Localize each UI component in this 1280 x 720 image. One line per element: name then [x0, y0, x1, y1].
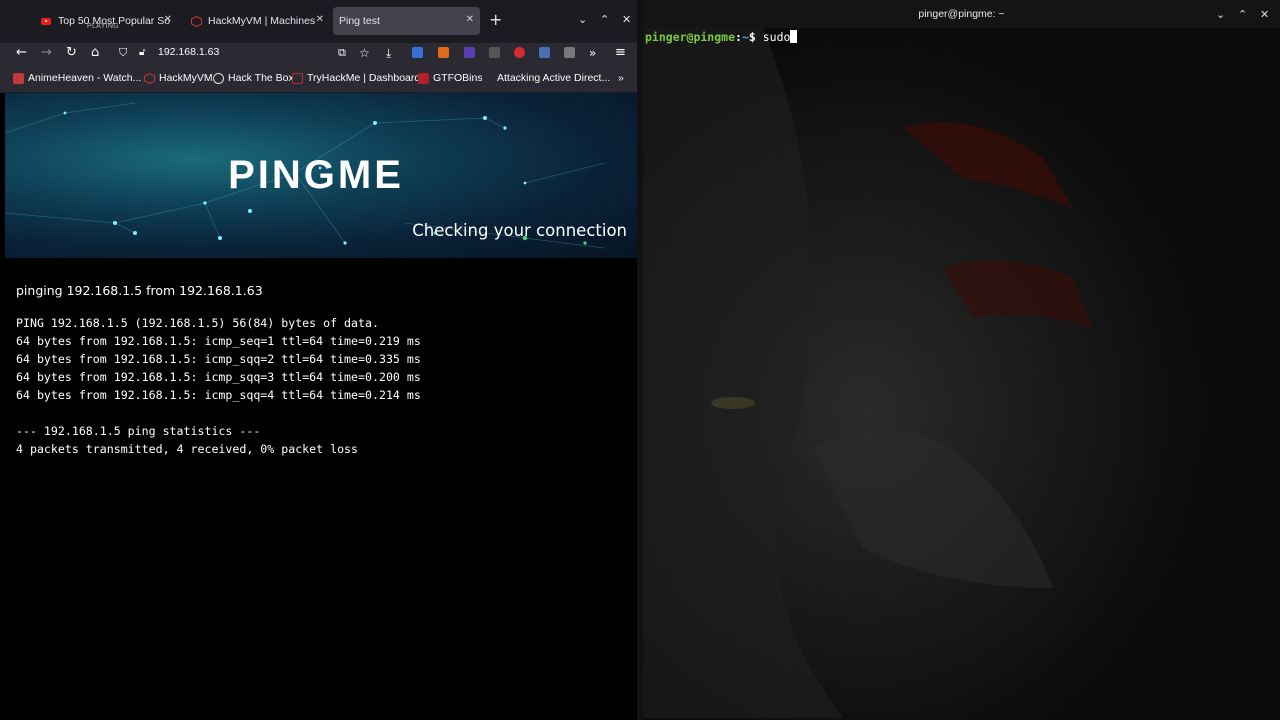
close-icon[interactable]: ✕ — [164, 14, 172, 25]
navigation-toolbar: ← → ↻ ⌂ ⛉ 🔓︎ 192.168.1.63 ⧉ ☆ ⤓ » ≡ — [0, 43, 637, 63]
chevron-down-icon[interactable]: ⌄ — [1216, 9, 1225, 20]
bookmark-hackthebox[interactable]: Hack The Box — [213, 72, 294, 84]
extension-icon[interactable] — [412, 47, 423, 58]
foxyproxy-icon[interactable] — [438, 47, 449, 58]
tab-youtube[interactable]: Top 50 Most Popular Son PLAYING ✕ — [34, 7, 178, 35]
book-icon — [482, 72, 493, 84]
prompt-dollar: $ — [748, 30, 763, 44]
hackmyvm-icon — [144, 72, 155, 84]
output-line: 64 bytes from 192.168.1.5: icmp_seq=1 tt… — [16, 334, 421, 348]
prompt-user: pinger@pingme — [645, 30, 736, 44]
chevron-down-icon[interactable]: ⌄ — [578, 14, 587, 25]
overflow-icon[interactable]: » — [589, 45, 596, 61]
bookmark-attacking-ad[interactable]: Attacking Active Direct... — [482, 72, 610, 84]
output-line: 4 packets transmitted, 4 received, 0% pa… — [16, 442, 359, 456]
tab-playing-label: PLAYING — [87, 23, 119, 30]
bookmark-label: TryHackMe | Dashboard — [307, 72, 421, 84]
lock-icon[interactable]: 🔓︎ — [139, 45, 145, 61]
ping-result: pinging 192.168.1.5 from 192.168.1.63 PI… — [16, 283, 626, 458]
menu-icon[interactable]: ≡ — [615, 45, 626, 61]
tab-hackmyvm[interactable]: HackMyVM | Machines ✕ — [184, 7, 330, 35]
shield-icon[interactable]: ⛉ — [119, 45, 127, 61]
animeheaven-icon — [13, 72, 24, 84]
close-window-icon[interactable]: ✕ — [622, 14, 631, 25]
tab-ping-test[interactable]: Ping test ✕ — [333, 7, 480, 35]
output-line: 64 bytes from 192.168.1.5: icmp_sqq=4 tt… — [16, 388, 421, 402]
bookmark-label: Hack The Box — [228, 72, 294, 84]
new-tab-button[interactable]: + — [489, 12, 502, 28]
terminal-title: pinger@pingme: ~ — [918, 8, 1005, 20]
extension-icon[interactable] — [539, 47, 550, 58]
ping-summary: pinging 192.168.1.5 from 192.168.1.63 — [16, 283, 263, 298]
prompt-path: ~ — [741, 30, 749, 44]
terminal-prompt-line[interactable]: pinger@pingme:~$ sudo — [645, 30, 798, 44]
bookmark-label: Attacking Active Direct... — [497, 72, 611, 84]
home-icon[interactable]: ⌂ — [91, 45, 99, 61]
bookmark-label: GTFOBins — [433, 72, 483, 84]
bookmark-tryhackme[interactable]: TryHackMe | Dashboard — [292, 72, 420, 84]
bookmark-animeheaven[interactable]: AnimeHeaven - Watch... — [13, 72, 141, 84]
output-line: 64 bytes from 192.168.1.5: icmp_sqq=2 tt… — [16, 352, 421, 366]
bookmark-star-icon[interactable]: ☆ — [359, 45, 370, 61]
tryhackme-icon — [292, 72, 303, 84]
wappalyzer-icon[interactable] — [489, 47, 500, 58]
forward-arrow-icon[interactable]: → — [41, 45, 52, 61]
bookmark-label: HackMyVM — [159, 72, 213, 84]
terminal-window[interactable]: pinger@pingme: ~ ⌄ ⌃ ✕ pinger@pingme:~$ … — [643, 0, 1280, 720]
bookmark-gtfobins[interactable]: GTFOBins — [418, 72, 483, 84]
tab-title: HackMyVM | Machines — [208, 15, 316, 27]
page-subtitle: Checking your connection — [412, 221, 627, 240]
tab-bar: Top 50 Most Popular Son PLAYING ✕ HackMy… — [0, 0, 637, 43]
download-icon[interactable]: ⤓ — [386, 45, 391, 61]
globe-icon — [213, 72, 224, 84]
extension-icon[interactable] — [564, 47, 575, 58]
maximize-icon[interactable]: ⌃ — [600, 14, 609, 25]
bookmark-hackmyvm[interactable]: HackMyVM — [144, 72, 213, 84]
maximize-icon[interactable]: ⌃ — [1238, 9, 1247, 20]
adblock-icon[interactable] — [514, 47, 525, 58]
hackmyvm-icon — [190, 15, 202, 27]
terminal-titlebar: pinger@pingme: ~ ⌄ ⌃ ✕ — [643, 0, 1280, 28]
translate-icon[interactable]: ⧉ — [338, 45, 346, 61]
command-input[interactable]: sudo — [763, 30, 791, 44]
bookmark-label: AnimeHeaven - Watch... — [28, 72, 142, 84]
gtfobins-icon — [418, 72, 429, 84]
back-arrow-icon[interactable]: ← — [16, 45, 27, 61]
page-title: PINGME — [228, 153, 404, 197]
bookmarks-overflow-icon[interactable]: » — [618, 72, 624, 84]
url-input[interactable]: 192.168.1.63 — [158, 46, 219, 58]
hero-banner: PINGME Checking your connection — [5, 93, 637, 258]
tab-title: Ping test — [339, 15, 380, 27]
ping-output: PING 192.168.1.5 (192.168.1.5) 56(84) by… — [16, 314, 626, 458]
extension-icon[interactable] — [464, 47, 475, 58]
youtube-icon — [40, 15, 52, 27]
output-line: 64 bytes from 192.168.1.5: icmp_sqq=3 tt… — [16, 370, 421, 384]
output-line: PING 192.168.1.5 (192.168.1.5) 56(84) by… — [16, 316, 379, 330]
prompt-separator: : — [735, 30, 742, 44]
close-window-icon[interactable]: ✕ — [1260, 9, 1269, 20]
reload-icon[interactable]: ↻ — [66, 45, 77, 61]
bookmarks-bar: AnimeHeaven - Watch... HackMyVM Hack The… — [0, 63, 637, 93]
terminal-wallpaper — [643, 28, 1280, 720]
text-cursor — [790, 30, 798, 43]
close-icon[interactable]: ✕ — [466, 14, 474, 25]
close-icon[interactable]: ✕ — [316, 14, 324, 25]
browser-window: Top 50 Most Popular Son PLAYING ✕ HackMy… — [0, 0, 637, 720]
output-line: --- 192.168.1.5 ping statistics --- — [16, 424, 261, 438]
